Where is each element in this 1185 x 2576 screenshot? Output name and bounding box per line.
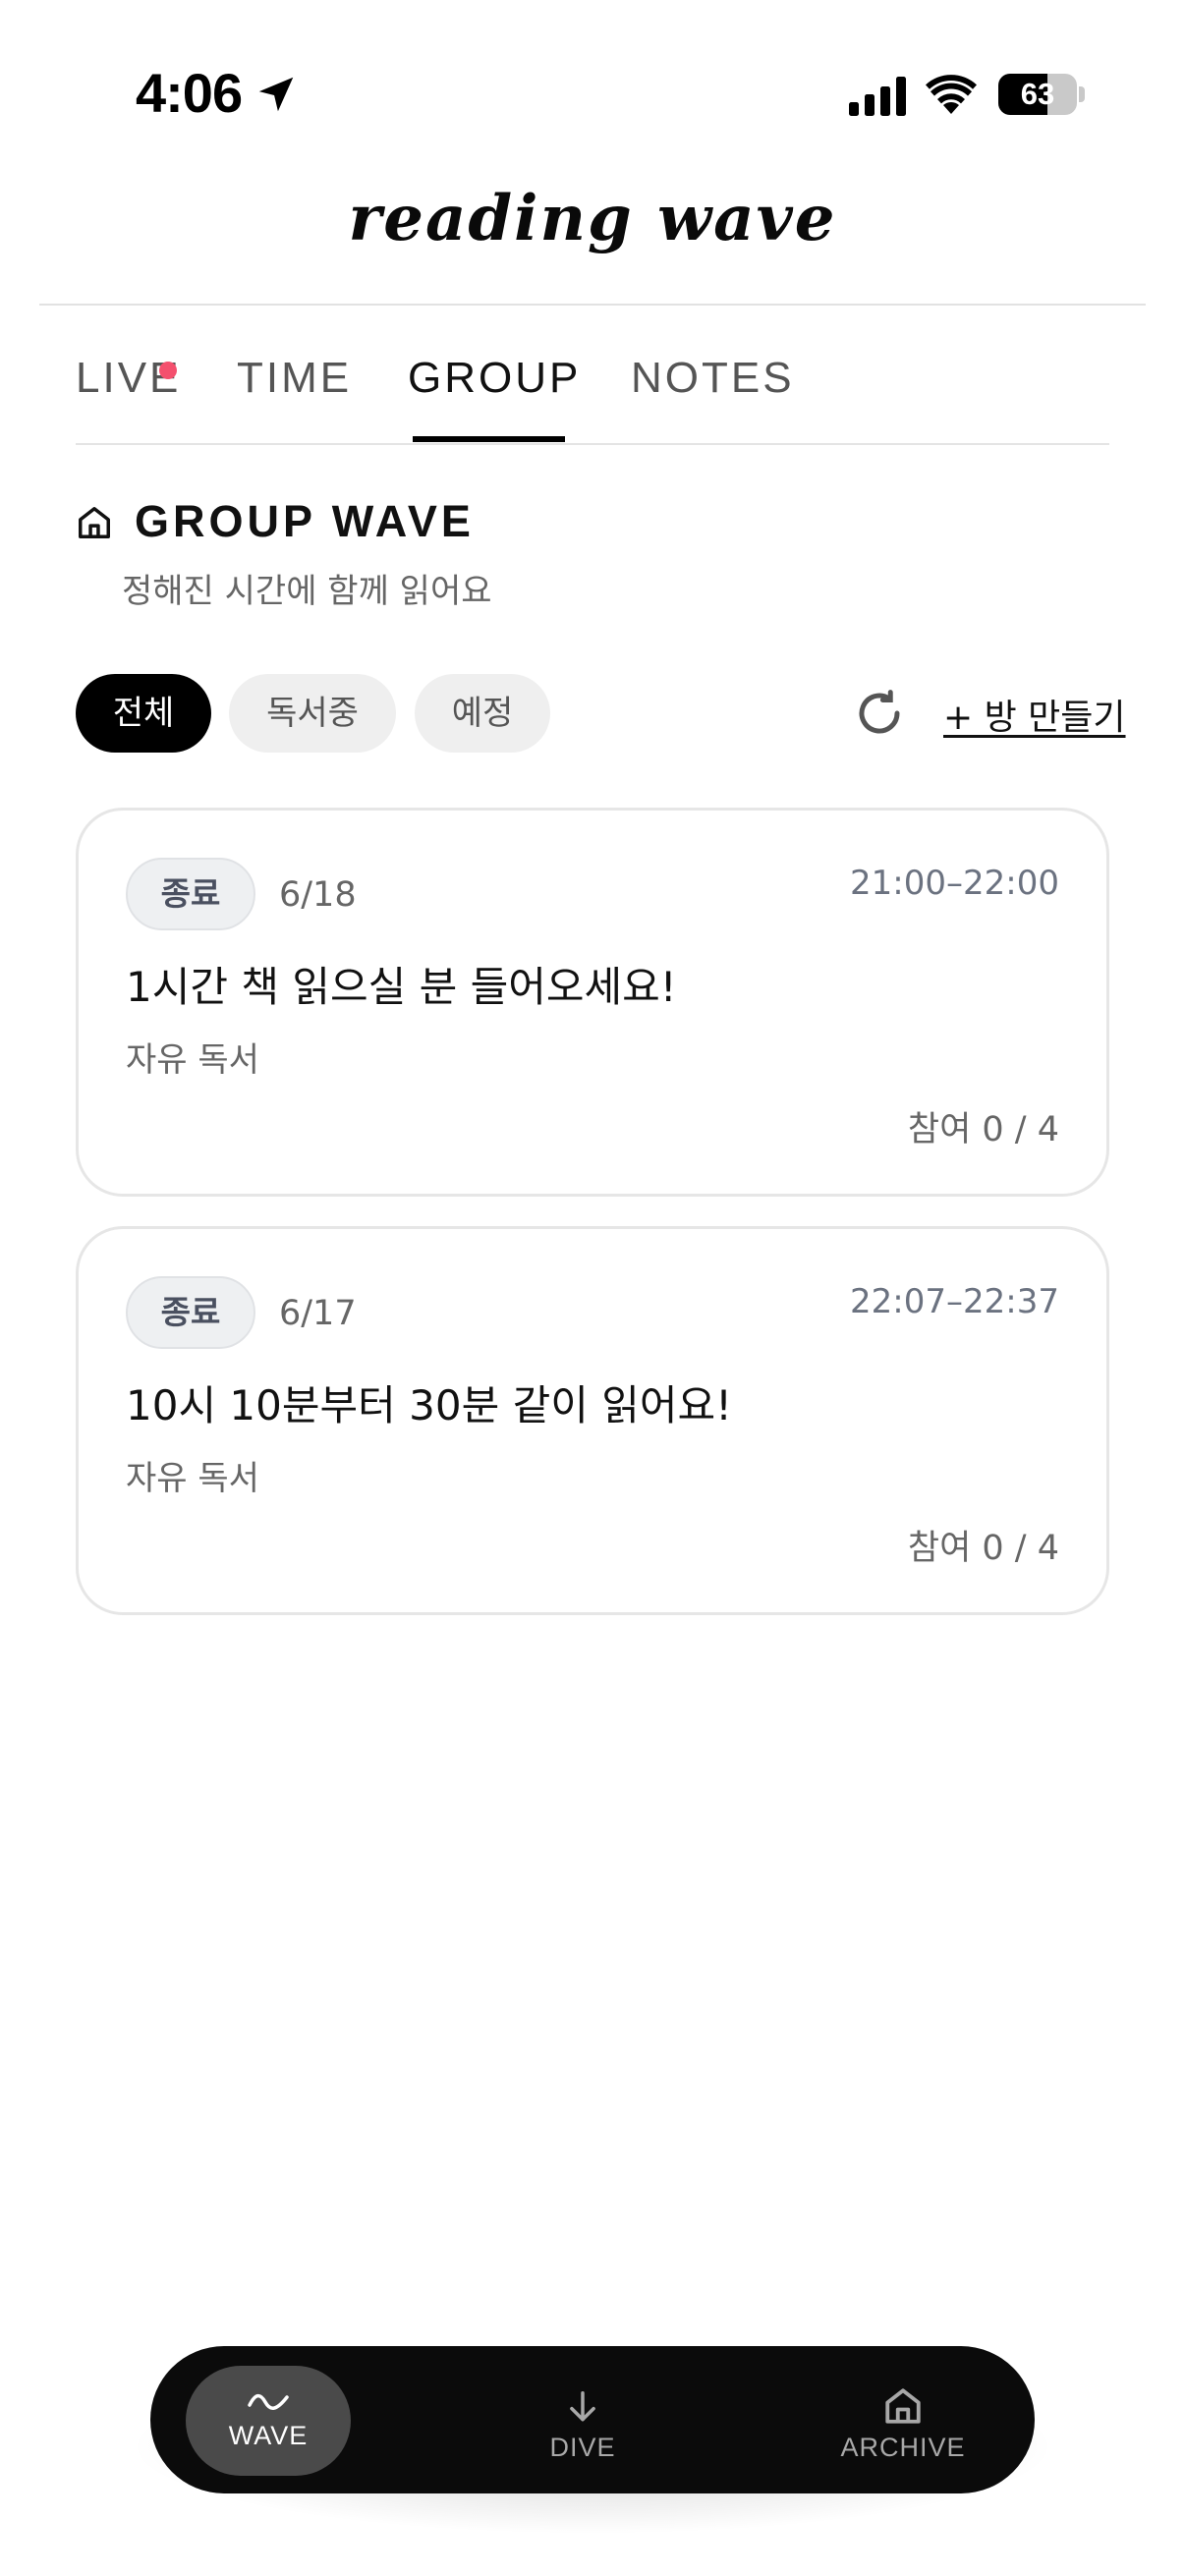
refresh-icon[interactable] [853,687,906,740]
tab-group[interactable]: GROUP [408,354,581,403]
participant-count: 참여 0 / 4 [907,1529,1059,1568]
app-logo: reading wave [348,182,837,255]
battery-percent: 63 [1020,77,1055,111]
nav-archive-label: ARCHIVE [840,2433,966,2462]
participant-count: 참여 0 / 4 [907,1110,1059,1149]
wifi-icon [926,75,977,114]
tab-notes[interactable]: NOTES [631,354,795,403]
group-room-card[interactable]: 종료 6/17 22:07–22:37 10시 10분부터 30분 같이 읽어요… [76,1226,1109,1615]
bottom-nav: WAVE DIVE ARCHIVE [150,2346,1035,2493]
archive-home-icon [885,2388,921,2424]
cellular-signal-icon [849,77,906,116]
create-room-link[interactable]: + 방 만들기 [943,689,1126,740]
room-title: 1시간 책 읽으실 분 들어오세요! [126,963,677,1011]
active-tab-underline [413,436,565,442]
section-title: GROUP WAVE [135,496,475,546]
home-icon [79,507,110,538]
room-time-range: 22:07–22:37 [850,1282,1059,1321]
live-notification-dot [159,362,177,379]
battery-tip [1079,86,1085,102]
nav-archive-button[interactable]: ARCHIVE [815,2346,991,2493]
tabs-divider [76,443,1109,445]
screen: 4:06 63 reading wave LIVE TIME GROUP NOT… [0,0,1185,2576]
nav-dive-label: DIVE [549,2433,616,2462]
room-date: 6/18 [279,875,357,915]
status-time: 4:06 [136,62,243,124]
filter-scheduled-chip[interactable]: 예정 [415,674,550,753]
room-type: 자유 독서 [126,1459,259,1498]
group-room-card[interactable]: 종료 6/18 21:00–22:00 1시간 책 읽으실 분 들어오세요! 자… [76,808,1109,1197]
room-date: 6/17 [279,1294,357,1333]
status-badge: 종료 [126,858,255,930]
wave-icon [248,2393,289,2410]
nav-dive-button[interactable]: DIVE [499,2346,666,2493]
header-divider [39,304,1146,306]
filter-all-chip[interactable]: 전체 [76,674,211,753]
arrow-down-icon [570,2391,595,2422]
nav-wave-button[interactable]: WAVE [186,2366,351,2476]
room-time-range: 21:00–22:00 [850,864,1059,903]
battery-indicator: 63 [998,74,1077,115]
status-badge: 종료 [126,1276,255,1349]
tab-time[interactable]: TIME [237,354,352,403]
room-type: 자유 독서 [126,1040,259,1080]
nav-wave-label: WAVE [228,2421,309,2450]
room-title: 10시 10분부터 30분 같이 읽어요! [126,1381,732,1429]
filter-reading-chip[interactable]: 독서중 [229,674,396,753]
section-subtitle: 정해진 시간에 함께 읽어요 [122,572,492,611]
location-arrow-icon [258,77,294,112]
